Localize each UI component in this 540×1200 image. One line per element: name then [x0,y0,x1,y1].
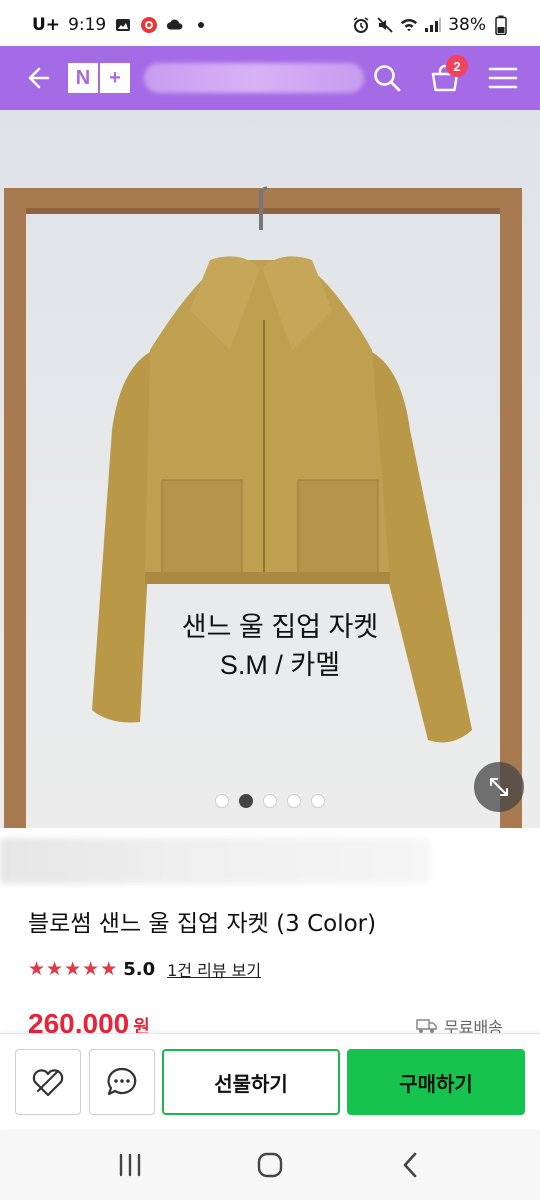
app-header: N + 2 [0,46,540,110]
home-button[interactable] [250,1145,290,1185]
menu-icon [488,67,518,89]
product-image-carousel[interactable]: 샌느 울 집업 자켓 S.M / 카멜 [0,110,540,828]
blurred-store-info [0,838,430,884]
clock: 9:19 [68,15,107,35]
wishlist-button[interactable] [15,1049,81,1115]
signal-icon [424,16,442,34]
star-rating: ★ ★ ★ ★ ★ [28,956,117,982]
home-icon [257,1152,283,1178]
star-icon: ★ [82,958,100,980]
carousel-dot[interactable] [263,794,277,808]
carousel-dot-active[interactable] [239,794,253,808]
jacket-photo [4,186,522,828]
system-navigation-bar [0,1130,540,1200]
carousel-dot[interactable] [287,794,301,808]
purchase-action-bar: 선물하기 구매하기 [0,1033,540,1129]
back-nav-button[interactable] [390,1145,430,1185]
recent-apps-icon [119,1153,141,1177]
chevron-left-icon [403,1152,417,1178]
buy-button[interactable]: 구매하기 [347,1049,525,1115]
expand-image-button[interactable] [474,762,524,812]
back-button[interactable] [20,61,54,95]
search-button[interactable] [370,61,404,95]
back-arrow-icon [28,67,50,89]
caption-size-color: S.M / 카멜 [219,650,341,680]
star-icon: ★ [28,958,46,980]
product-title: 블로썸 샌느 울 집업 자켓 (3 Color) [28,911,377,937]
naver-plus-logo[interactable]: N + [68,63,130,93]
cart-button[interactable]: 2 [428,55,468,95]
status-bar: U+ 9:19 38% [0,0,540,50]
review-link[interactable]: 1건 리뷰 보기 [167,957,261,981]
gift-button[interactable]: 선물하기 [162,1049,340,1115]
chat-bubble-icon [107,1067,137,1096]
expand-icon [490,778,508,796]
gallery-icon [114,16,132,34]
cloud-icon [166,16,184,34]
mute-icon [376,16,394,34]
truck-icon [416,1019,437,1033]
blurred-address-bar [144,63,364,93]
carousel-dot[interactable] [215,794,229,808]
alarm-icon [352,16,370,34]
menu-button[interactable] [486,61,520,95]
carousel-dot[interactable] [311,794,325,808]
star-icon: ★ [64,958,82,980]
logo-plus: + [100,63,130,93]
star-icon: ★ [100,958,118,980]
battery-icon [492,15,510,35]
talk-inquiry-button[interactable] [89,1049,155,1115]
heart-icon [32,1069,64,1097]
rating-score: 5.0 [123,958,156,980]
battery-percent: 38% [448,15,486,35]
carrier-label: U+ [32,15,61,35]
rating-row: ★ ★ ★ ★ ★ 5.0 1건 리뷰 보기 [28,956,261,982]
star-icon: ★ [46,958,64,980]
cart-count-badge: 2 [446,55,468,77]
more-dot-icon [192,16,210,34]
logo-n: N [68,63,98,93]
notification-app-icon [140,16,158,34]
wifi-icon [400,16,418,34]
carousel-indicator [0,794,540,808]
image-caption: 샌느 울 집업 자켓 S.M / 카멜 [0,608,540,684]
search-icon [374,65,401,92]
recent-apps-button[interactable] [110,1145,150,1185]
caption-product-name: 샌느 울 집업 자켓 [181,612,379,642]
